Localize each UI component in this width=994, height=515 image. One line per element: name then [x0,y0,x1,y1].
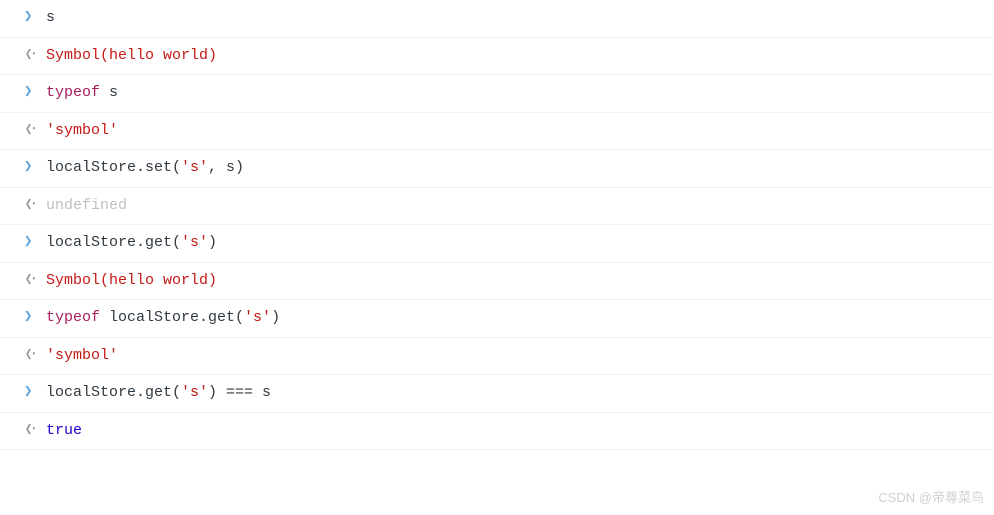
input-code: typeof s [46,82,118,105]
console-input-row[interactable]: ❯ localStore.set('s', s) [0,150,994,188]
output-value: Symbol(hello world) [46,45,217,68]
console-output-row: ❮⸱ 'symbol' [0,113,994,151]
input-code: typeof localStore.get('s') [46,307,280,330]
output-result-icon: ❮⸱ [25,120,37,141]
output-value: undefined [46,195,127,218]
console-output-row: ❮⸱ undefined [0,188,994,226]
input-code: localStore.get('s') === s [46,382,271,405]
output-value: 'symbol' [46,345,118,368]
console: ❯s❮⸱Symbol(hello world)❯typeof s❮⸱'symbo… [0,0,994,450]
watermark: CSDN @帝尊菜鸟 [878,488,984,508]
console-output-row: ❮⸱ Symbol(hello world) [0,38,994,76]
console-input-row[interactable]: ❯ typeof localStore.get('s') [0,300,994,338]
console-output-row: ❮⸱ true [0,413,994,451]
output-result-icon: ❮⸱ [25,270,37,291]
input-prompt-icon: ❯ [24,382,38,403]
output-result-icon: ❮⸱ [25,45,37,66]
console-input-row[interactable]: ❯s [0,0,994,38]
console-input-row[interactable]: ❯ localStore.get('s') === s [0,375,994,413]
input-prompt-icon: ❯ [24,232,38,253]
input-code: localStore.get('s') [46,232,217,255]
input-code: localStore.set('s', s) [46,157,244,180]
input-prompt-icon: ❯ [24,157,38,178]
console-input-row[interactable]: ❯ typeof s [0,75,994,113]
output-value: true [46,420,82,443]
output-result-icon: ❮⸱ [25,195,37,216]
output-result-icon: ❮⸱ [25,345,37,366]
input-prompt-icon: ❯ [24,82,38,103]
input-prompt-icon: ❯ [24,7,38,28]
output-value: 'symbol' [46,120,118,143]
output-value: Symbol(hello world) [46,270,217,293]
console-output-row: ❮⸱ Symbol(hello world) [0,263,994,301]
input-code: s [46,7,55,30]
console-output-row: ❮⸱ 'symbol' [0,338,994,376]
output-result-icon: ❮⸱ [25,420,37,441]
console-input-row[interactable]: ❯ localStore.get('s') [0,225,994,263]
input-prompt-icon: ❯ [24,307,38,328]
